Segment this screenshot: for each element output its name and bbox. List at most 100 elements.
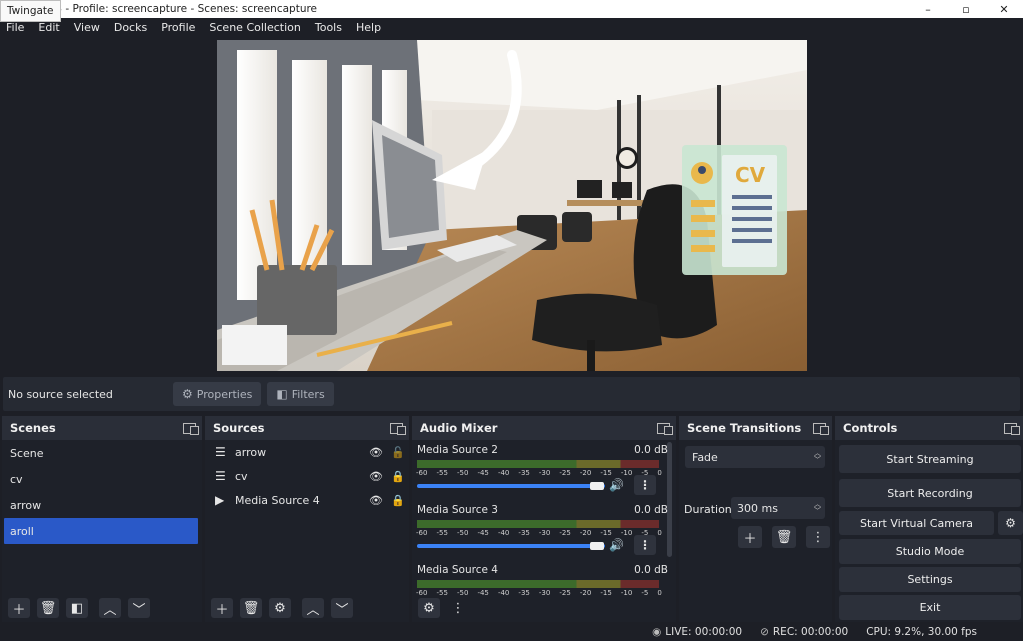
preview-area: CV xyxy=(0,37,1023,374)
move-source-up-button[interactable]: ︿ xyxy=(302,598,324,618)
window-title: .3 - Profile: screencapture - Scenes: sc… xyxy=(52,3,318,15)
add-source-button[interactable]: ＋ xyxy=(211,598,233,618)
plus-icon: ＋ xyxy=(215,602,229,618)
sources-title: Sources xyxy=(213,421,265,435)
lock-icon[interactable]: 🔒 xyxy=(387,494,409,507)
undock-icon[interactable] xyxy=(390,422,406,435)
properties-button[interactable]: ⚙ Properties xyxy=(173,382,262,406)
menu-view[interactable]: View xyxy=(74,21,100,34)
scene-item[interactable]: Scene xyxy=(2,440,202,466)
controls-title: Controls xyxy=(843,421,898,435)
volume-slider-track[interactable] xyxy=(417,484,605,488)
remove-source-button[interactable]: 🗑 xyxy=(240,598,262,618)
meter-ticks: -60 -55 -50 -45 -40 -35 -30 -25 -20 -15 -10 -5 0 xyxy=(416,529,662,537)
source-properties-button[interactable]: ⚙ xyxy=(269,598,291,618)
eye-icon[interactable]: 👁 xyxy=(365,446,387,459)
menu-file[interactable]: File xyxy=(6,21,24,34)
source-name: Media Source 4 xyxy=(235,493,320,507)
audio-mixer-title: Audio Mixer xyxy=(420,421,498,435)
source-item[interactable]: ☰ arrow 👁 🔓 xyxy=(205,440,409,464)
studio-mode-button[interactable]: Studio Mode xyxy=(839,539,1021,564)
kebab-icon: ⋮ xyxy=(811,529,825,545)
source-item[interactable]: ▶ Media Source 4 👁 🔒 xyxy=(205,488,409,512)
chevron-up-icon: ︿ xyxy=(306,602,320,618)
channel-menu-button[interactable]: ⋮ xyxy=(634,475,656,495)
transition-select[interactable]: Fade ︿ ﹀ xyxy=(685,446,825,468)
meter-ticks: -60 -55 -50 -45 -40 -35 -30 -25 -20 -15 -10 -5 0 xyxy=(416,469,662,477)
add-scene-button[interactable]: ＋ xyxy=(8,598,30,618)
transitions-header: Scene Transitions xyxy=(679,416,832,440)
channel-db: 0.0 dB xyxy=(634,504,668,516)
gears-icon: ⚙ xyxy=(423,600,435,616)
menu-profile[interactable]: Profile xyxy=(161,21,195,34)
source-name: arrow xyxy=(235,445,267,459)
scene-item[interactable]: cv xyxy=(2,466,202,492)
filters-button[interactable]: ◧ Filters xyxy=(267,382,334,406)
gear-icon: ⚙ xyxy=(182,387,193,401)
menu-tools[interactable]: Tools xyxy=(315,21,342,34)
rec-time: REC: 00:00:00 xyxy=(772,625,849,638)
move-scene-up-button[interactable]: ︿ xyxy=(99,598,121,618)
scene-item-selected[interactable]: aroll xyxy=(4,518,198,544)
eye-icon[interactable]: 👁 xyxy=(365,470,387,483)
chevron-down-icon: ﹀ xyxy=(335,602,349,618)
volume-slider-handle[interactable] xyxy=(590,542,604,550)
maximize-button[interactable]: ▫ xyxy=(947,0,985,18)
start-recording-button[interactable]: Start Recording xyxy=(839,479,1021,507)
preview-canvas[interactable]: CV xyxy=(217,40,807,371)
list-icon: ☰ xyxy=(215,469,226,483)
mixer-channel: Media Source 2 0.0 dB -60 -55 -50 -45 -40 -35… xyxy=(416,444,670,502)
source-toolbar: No source selected ⚙ Properties ◧ Filter… xyxy=(3,377,1020,411)
close-button[interactable]: ✕ xyxy=(985,0,1023,18)
spinner-icon[interactable]: ︿ ﹀ xyxy=(814,501,821,515)
remove-scene-button[interactable]: 🗑 xyxy=(37,598,59,618)
menu-edit[interactable]: Edit xyxy=(38,21,59,34)
menu-bar: File Edit View Docks Profile Scene Colle… xyxy=(0,18,1023,37)
scene-filters-button[interactable]: ◧ xyxy=(66,598,88,618)
volume-slider-handle[interactable] xyxy=(590,482,604,490)
menu-docks[interactable]: Docks xyxy=(114,21,147,34)
trash-icon: 🗑 xyxy=(775,529,793,545)
controls-header: Controls xyxy=(835,416,1023,440)
add-transition-button[interactable]: ＋ xyxy=(738,526,762,548)
remove-transition-button[interactable]: 🗑 xyxy=(772,526,796,548)
speaker-icon[interactable]: 🔊 xyxy=(609,478,624,492)
transitions-title: Scene Transitions xyxy=(687,421,802,435)
exit-button[interactable]: Exit xyxy=(839,595,1021,620)
undock-icon[interactable] xyxy=(657,422,673,435)
scenes-dock: Scenes Scene cv arrow aroll ＋ 🗑 ◧ ︿ ﹀ xyxy=(2,416,202,622)
advanced-audio-button[interactable]: ⚙ xyxy=(418,598,440,618)
undock-icon[interactable] xyxy=(183,422,199,435)
move-scene-down-button[interactable]: ﹀ xyxy=(128,598,150,618)
unlock-icon[interactable]: 🔓 xyxy=(387,446,409,459)
menu-help[interactable]: Help xyxy=(356,21,381,34)
start-streaming-button[interactable]: Start Streaming xyxy=(839,445,1021,473)
settings-button[interactable]: Settings xyxy=(839,567,1021,592)
transition-menu-button[interactable]: ⋮ xyxy=(806,526,830,548)
scene-item[interactable]: arrow xyxy=(2,492,202,518)
eye-icon[interactable]: 👁 xyxy=(365,494,387,507)
undock-icon[interactable] xyxy=(813,422,829,435)
start-virtual-camera-button[interactable]: Start Virtual Camera xyxy=(839,511,994,535)
audio-mixer-header: Audio Mixer xyxy=(412,416,676,440)
source-item[interactable]: ☰ cv 👁 🔒 xyxy=(205,464,409,488)
virtual-camera-settings-button[interactable]: ⚙ xyxy=(998,511,1023,535)
properties-label: Properties xyxy=(196,387,253,401)
mixer-menu-button[interactable]: ⋮ xyxy=(447,598,469,618)
undock-icon[interactable] xyxy=(1004,422,1020,435)
volume-slider-track[interactable] xyxy=(417,544,605,548)
channel-menu-button[interactable]: ⋮ xyxy=(634,535,656,555)
kebab-icon: ⋮ xyxy=(639,538,651,552)
move-source-down-button[interactable]: ﹀ xyxy=(331,598,353,618)
mixer-footer: ⚙ ⋮ xyxy=(412,598,662,618)
menu-scene-collection[interactable]: Scene Collection xyxy=(209,21,300,34)
minimize-button[interactable]: – xyxy=(909,0,947,18)
meter-ticks: -60 -55 -50 -45 -40 -35 -30 -25 -20 -15 -10 -5 0 xyxy=(416,589,662,597)
speaker-icon[interactable]: 🔊 xyxy=(609,538,624,552)
lock-icon[interactable]: 🔒 xyxy=(387,470,409,483)
level-meter xyxy=(417,460,659,468)
channel-name: Media Source 2 xyxy=(417,444,498,456)
duration-spinbox[interactable]: 300 ms ︿ ﹀ xyxy=(731,497,825,519)
trash-icon: 🗑 xyxy=(242,600,260,616)
channel-name: Media Source 4 xyxy=(417,564,498,576)
